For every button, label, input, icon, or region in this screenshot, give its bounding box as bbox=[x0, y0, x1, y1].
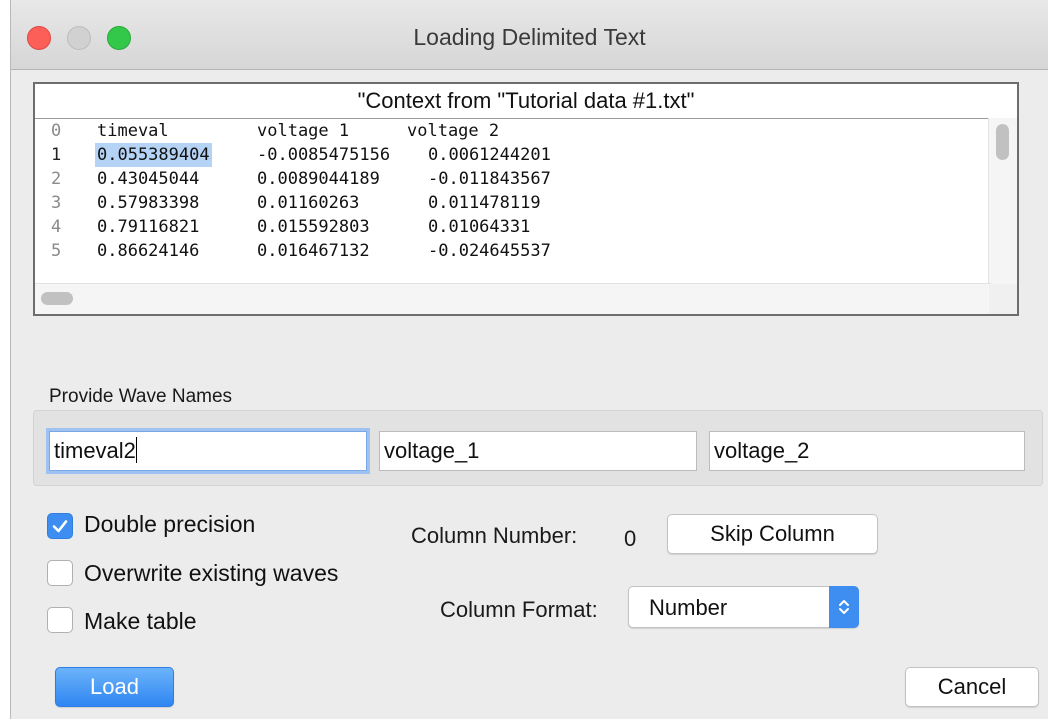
scroll-corner bbox=[989, 284, 1017, 314]
skip-column-button[interactable]: Skip Column bbox=[667, 514, 878, 554]
column-number-label: Column Number: bbox=[411, 523, 578, 548]
preview-cell: 0.0061244201 bbox=[428, 145, 551, 165]
preview-cell: -0.0085475156 bbox=[257, 145, 391, 165]
preview-cell: timeval bbox=[97, 121, 169, 141]
horizontal-scroll-thumb[interactable] bbox=[41, 292, 73, 305]
preview-row: 5 0.86624146 0.016467132 -0.024645537 bbox=[35, 239, 995, 263]
vertical-scroll-thumb[interactable] bbox=[996, 124, 1009, 160]
line-number: 4 bbox=[51, 217, 62, 237]
wave-name-field-2[interactable]: voltage_1 bbox=[379, 431, 697, 471]
preview-row: 2 0.43045044 0.0089044189 -0.011843567 bbox=[35, 167, 995, 191]
overwrite-waves-checkbox[interactable] bbox=[47, 560, 73, 586]
preview-row: 1 0.055389404 -0.0085475156 0.0061244201 bbox=[35, 143, 995, 167]
checkmark-icon bbox=[52, 520, 68, 533]
double-precision-checkbox[interactable] bbox=[47, 513, 73, 539]
preview-cell: 0.57983398 bbox=[97, 193, 200, 213]
line-number: 3 bbox=[51, 193, 62, 213]
wave-name-value: voltage_2 bbox=[714, 438, 810, 463]
make-table-checkbox[interactable] bbox=[47, 607, 73, 633]
wave-name-value: timeval2 bbox=[54, 438, 136, 463]
make-table-label[interactable]: Make table bbox=[84, 608, 197, 635]
preview-row: 3 0.57983398 0.01160263 0.011478119 bbox=[35, 191, 995, 215]
double-precision-label[interactable]: Double precision bbox=[84, 511, 255, 538]
preview-cell: 0.0089044189 bbox=[257, 169, 380, 189]
wave-names-group: timeval2 voltage_1 voltage_2 bbox=[33, 410, 1043, 486]
column-format-label: Column Format: bbox=[440, 597, 598, 622]
column-format-value: Number bbox=[649, 595, 728, 620]
preview-text-area[interactable]: 0 timeval voltage 1 voltage 2 1 0.055389… bbox=[35, 119, 1011, 274]
text-caret bbox=[135, 437, 137, 463]
window-title: Loading Delimited Text bbox=[413, 24, 646, 50]
preview-cell: voltage 1 bbox=[257, 121, 350, 141]
horizontal-scrollbar[interactable] bbox=[35, 283, 991, 314]
title-bar: Loading Delimited Text bbox=[11, 0, 1048, 70]
preview-cell: 0.43045044 bbox=[97, 169, 200, 189]
line-number: 2 bbox=[51, 169, 62, 189]
wave-names-label: Provide Wave Names bbox=[49, 386, 233, 407]
dialog-window: Loading Delimited Text "Context from "Tu… bbox=[10, 0, 1048, 719]
wave-name-field-1[interactable]: timeval2 bbox=[49, 431, 367, 471]
file-preview-panel: "Context from "Tutorial data #1.txt" 0 t… bbox=[33, 82, 1019, 316]
line-number: 5 bbox=[51, 241, 62, 261]
selected-cell: 0.055389404 bbox=[95, 143, 212, 167]
column-number-value: 0 bbox=[624, 526, 637, 551]
load-button[interactable]: Load bbox=[55, 667, 174, 707]
preview-cell: 0.015592803 bbox=[257, 217, 370, 237]
preview-row: 0 timeval voltage 1 voltage 2 bbox=[35, 119, 995, 143]
preview-cell: 0.79116821 bbox=[97, 217, 200, 237]
preview-cell: 0.01160263 bbox=[257, 193, 360, 213]
column-format-select[interactable]: Number bbox=[628, 586, 859, 628]
updown-chevron-icon bbox=[829, 586, 859, 628]
preview-cell: -0.024645537 bbox=[428, 241, 551, 261]
preview-cell: 0.016467132 bbox=[257, 241, 370, 261]
preview-row: 4 0.79116821 0.015592803 0.01064331 bbox=[35, 215, 995, 239]
preview-cell: 0.01064331 bbox=[428, 217, 531, 237]
preview-cell: 0.011478119 bbox=[428, 193, 541, 213]
overwrite-waves-label[interactable]: Overwrite existing waves bbox=[84, 560, 338, 587]
cancel-button[interactable]: Cancel bbox=[905, 667, 1039, 707]
preview-header: "Context from "Tutorial data #1.txt" bbox=[35, 84, 1017, 119]
preview-cell: voltage 2 bbox=[407, 121, 500, 141]
wave-name-value: voltage_1 bbox=[384, 438, 480, 463]
vertical-scrollbar[interactable] bbox=[988, 118, 1017, 284]
preview-cell: 0.86624146 bbox=[97, 241, 200, 261]
line-number: 1 bbox=[51, 145, 62, 165]
line-number: 0 bbox=[51, 121, 62, 141]
preview-cell: -0.011843567 bbox=[428, 169, 551, 189]
wave-name-field-3[interactable]: voltage_2 bbox=[709, 431, 1025, 471]
